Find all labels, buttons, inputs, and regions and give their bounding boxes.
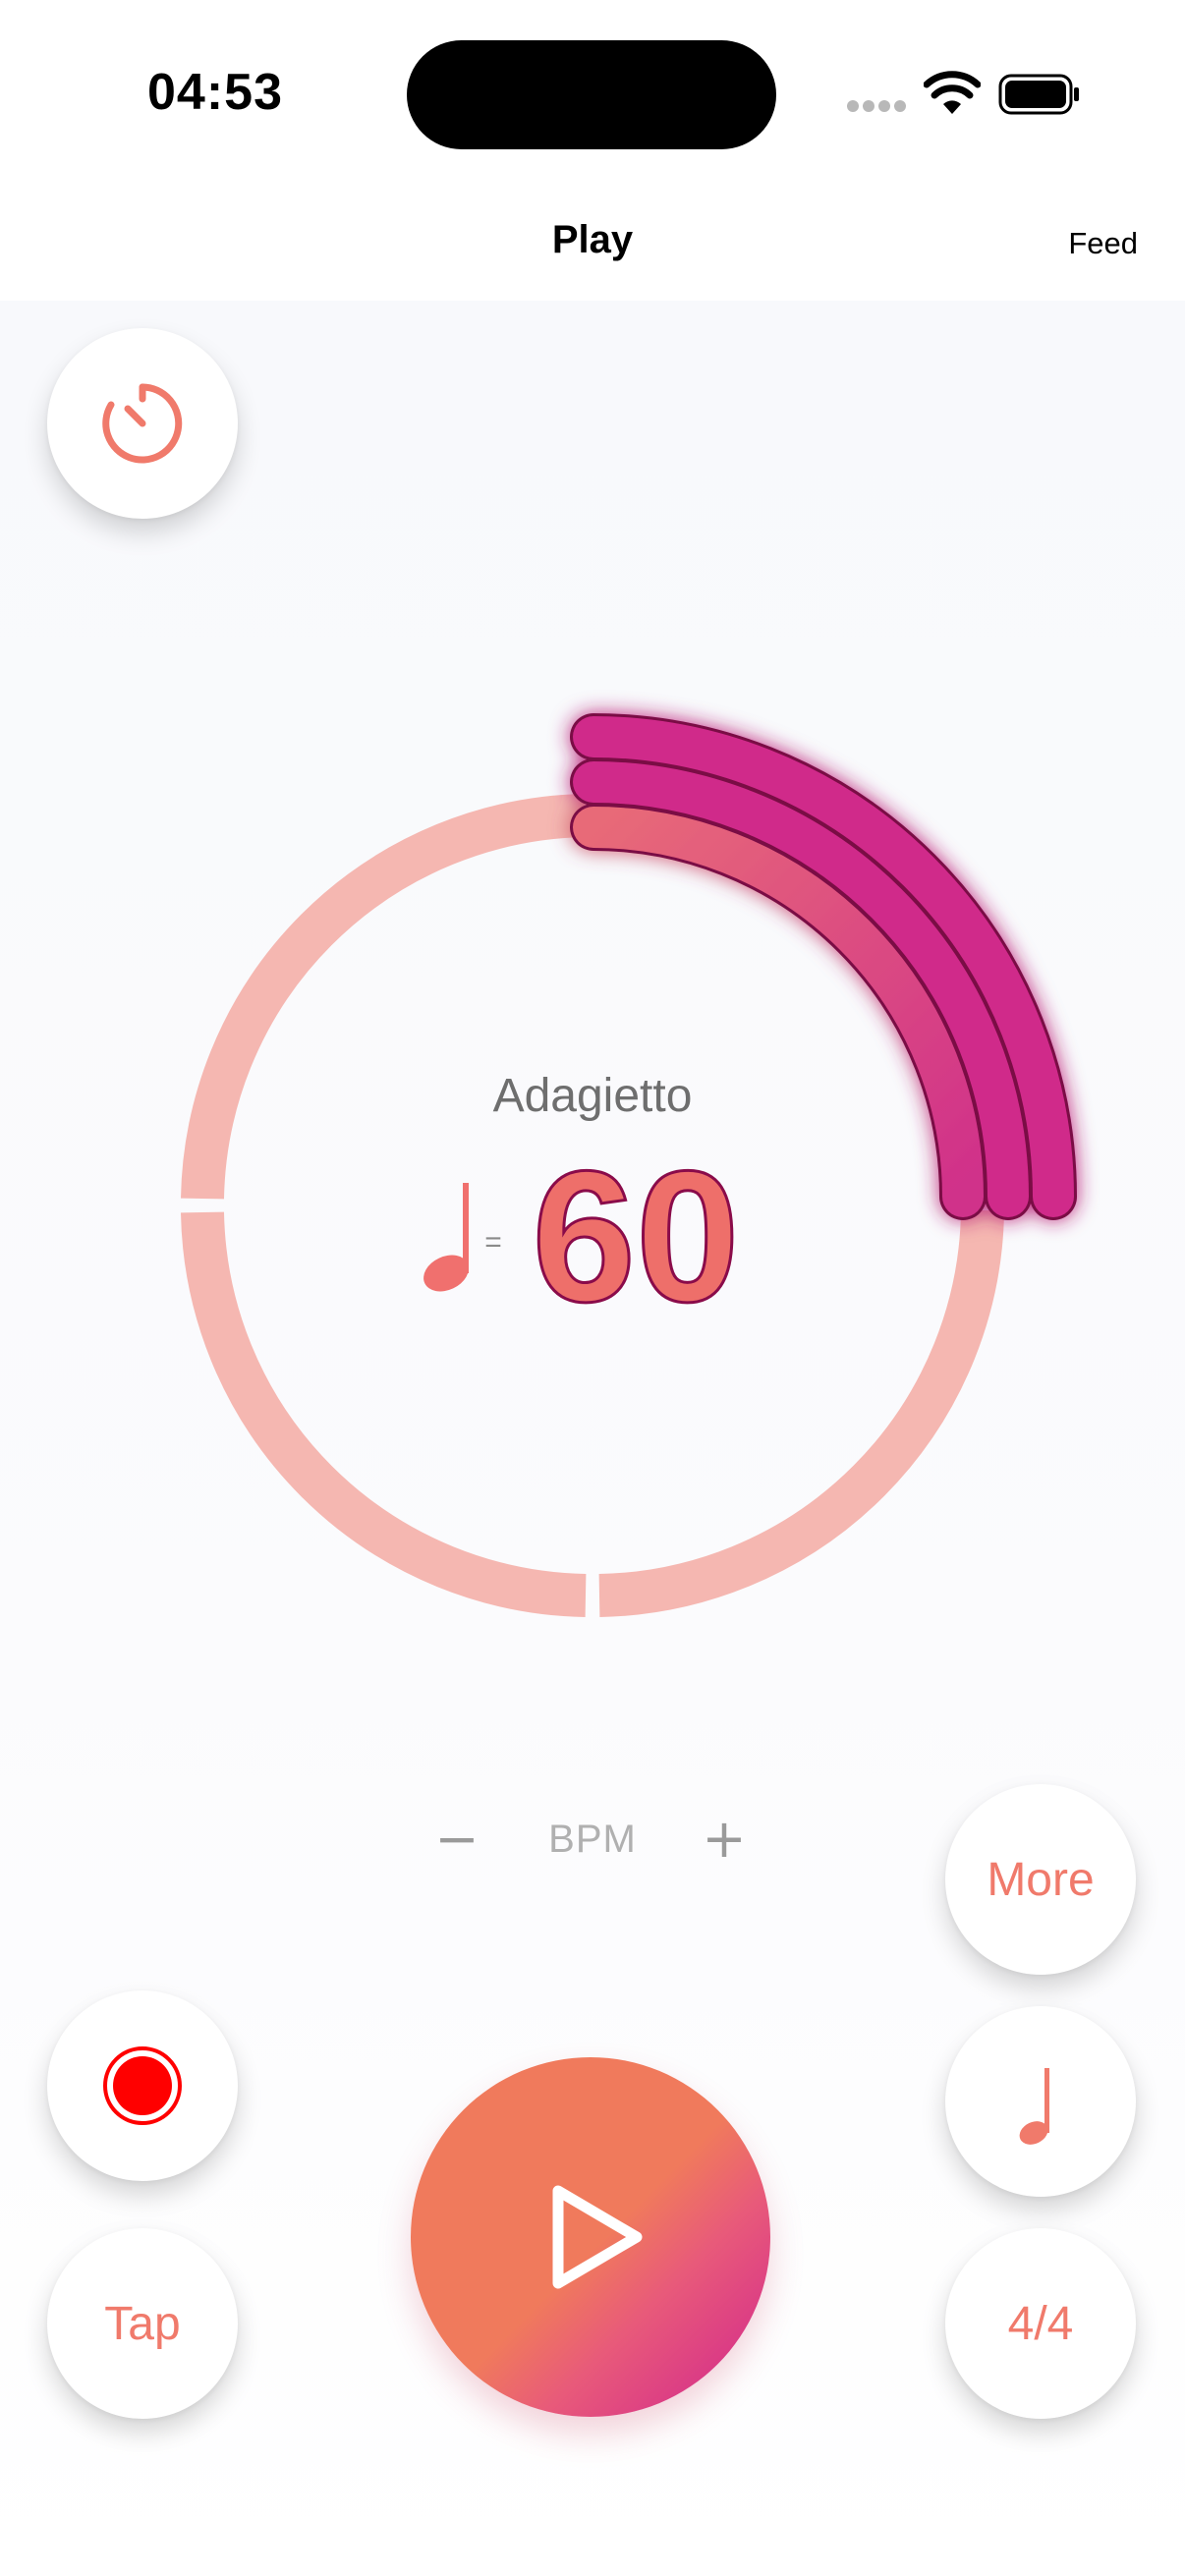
quarter-note-icon <box>1019 2068 1049 2145</box>
feed-button[interactable]: Feed <box>1068 226 1138 261</box>
tempo-marking: Adagietto <box>492 1070 693 1122</box>
cellular-signal-icon <box>847 100 908 114</box>
page-title: Play <box>551 218 634 261</box>
status-time: 04:53 <box>147 64 283 121</box>
wifi-icon <box>924 71 981 114</box>
quarter-note-icon <box>423 1183 469 1292</box>
more-button[interactable]: More <box>945 1784 1136 1975</box>
bpm-value: 60 <box>532 1133 739 1341</box>
timer-button[interactable] <box>47 328 238 519</box>
metronome-dial[interactable]: = 60 <box>0 682 1185 1670</box>
note-value-button[interactable] <box>945 2006 1136 2197</box>
record-button[interactable] <box>47 1990 238 2181</box>
tap-label: Tap <box>104 2297 181 2350</box>
more-label: More <box>987 1853 1095 1906</box>
equals-sign: = <box>484 1226 502 1259</box>
tempo-display: = 60 <box>423 1132 741 1343</box>
time-signature-button[interactable]: 4/4 <box>945 2228 1136 2419</box>
battery-icon <box>998 74 1079 115</box>
play-icon <box>552 2185 643 2289</box>
record-icon <box>103 2046 182 2125</box>
beat-indicator-arcs <box>570 713 1077 1220</box>
dynamic-island <box>407 40 776 149</box>
increase-bpm-button[interactable]: + <box>692 1810 757 1869</box>
time-signature-label: 4/4 <box>1007 2297 1074 2350</box>
tap-tempo-button[interactable]: Tap <box>47 2228 238 2419</box>
timer-icon <box>102 383 183 464</box>
play-button[interactable] <box>411 2057 770 2417</box>
